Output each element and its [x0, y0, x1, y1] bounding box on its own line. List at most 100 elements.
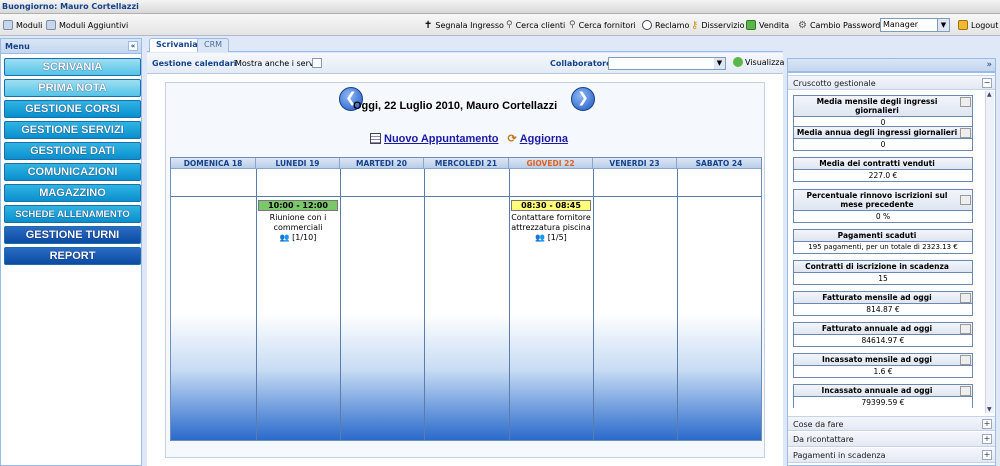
- appointment[interactable]: 10:00 - 12:00 Riunione con i commerciali…: [258, 200, 338, 243]
- role-select[interactable]: Manager ▼: [880, 18, 950, 32]
- greeting: Buongiorno: Mauro Cortellazzi: [2, 2, 139, 11]
- section-cose-da-fare[interactable]: Cose da fare +: [788, 416, 995, 431]
- dashboard-stats: Media mensile degli ingressi giornalieri…: [788, 91, 985, 408]
- chart-icon[interactable]: [960, 128, 971, 138]
- tab-crm[interactable]: CRM: [197, 38, 230, 52]
- gear-icon: ⚙: [798, 19, 807, 31]
- segnala-ingresso-button[interactable]: ✝ Segnala Ingresso: [424, 19, 504, 31]
- search-icon: ⚲: [506, 20, 513, 30]
- calendar-actions: Nuovo Appuntamento ⟳ Aggiorna: [370, 132, 568, 145]
- calendar-box: ❮ Oggi, 22 Luglio 2010, Mauro Cortellazz…: [165, 82, 765, 458]
- menu-gestione-turni[interactable]: GESTIONE TURNI: [4, 226, 141, 244]
- menu-report[interactable]: REPORT: [4, 247, 141, 265]
- chart-icon[interactable]: [960, 386, 971, 396]
- cerca-clienti-button[interactable]: ⚲ Cerca clienti: [506, 19, 565, 31]
- collapse-icon[interactable]: −: [982, 78, 992, 88]
- day-header: VENERDI 23: [593, 158, 677, 169]
- title-bar: Buongiorno: Mauro Cortellazzi: [0, 0, 1000, 14]
- scroll-down-icon[interactable]: ▼: [987, 406, 992, 413]
- day-header: LUNEDI 19: [256, 158, 340, 169]
- week-grid: DOMENICA 18 LUNEDI 19 MARTEDI 20 MERCOLE…: [170, 157, 762, 441]
- scroll-up-icon[interactable]: ▲: [987, 91, 992, 98]
- new-appointment-link[interactable]: Nuovo Appuntamento: [370, 132, 498, 145]
- collaboratore-select[interactable]: ▼: [608, 57, 726, 70]
- stat-box: Percentuale rinnovo iscrizioni sul mese …: [793, 189, 973, 223]
- menu-schede-allenamento[interactable]: SCHEDE ALLENAMENTO: [4, 205, 141, 223]
- modules-plus-icon: [46, 20, 56, 30]
- day-header-today: GIOVEDI 22: [509, 158, 593, 169]
- chart-icon[interactable]: [960, 355, 971, 365]
- menu-comunicazioni[interactable]: COMUNICAZIONI: [4, 163, 141, 181]
- chart-icon[interactable]: [960, 97, 971, 107]
- refresh-link[interactable]: ⟳ Aggiorna: [507, 132, 568, 146]
- stat-box: Fatturato mensile ad oggi 814.87 €: [793, 291, 973, 316]
- cart-icon: [746, 20, 756, 30]
- menu-gestione-servizi[interactable]: GESTIONE SERVIZI: [4, 121, 141, 139]
- visualizza-button[interactable]: Visualizza: [733, 57, 784, 67]
- main-content: Scrivania CRM Gestione calendari Mostra …: [147, 36, 784, 466]
- stat-box: Media mensile degli ingressi giornalieri…: [793, 95, 973, 129]
- toolbar: Moduli Moduli Aggiuntivi ✝ Segnala Ingres…: [0, 14, 1000, 36]
- collaboratore-label: Collaboratore:: [550, 59, 615, 68]
- calendar-area: ❮ Oggi, 22 Luglio 2010, Mauro Cortellazz…: [147, 74, 783, 466]
- refresh-icon: [733, 57, 743, 67]
- key-icon: ⚷: [691, 19, 699, 31]
- chevron-down-icon: ▼: [937, 19, 949, 31]
- grid-divider: [256, 169, 257, 440]
- collapse-right-icon[interactable]: »: [986, 60, 992, 70]
- chart-icon[interactable]: [960, 293, 971, 303]
- disservizio-button[interactable]: ⚷ Disservizio: [691, 19, 745, 31]
- show-services-checkbox[interactable]: [312, 58, 322, 68]
- cambio-password-button[interactable]: ⚙ Cambio Password: [798, 19, 880, 31]
- cerca-fornitori-button[interactable]: ⚲ Cerca fornitori: [569, 19, 636, 31]
- expand-icon[interactable]: +: [982, 450, 992, 460]
- refresh-icon: ⟳: [507, 133, 517, 145]
- stat-box: Media dei contratti venduti 227.0 €: [793, 157, 973, 182]
- moduli-aggiuntivi-button[interactable]: Moduli Aggiuntivi: [46, 19, 128, 31]
- appointment[interactable]: 08:30 - 08:45 Contattare fornitore attre…: [511, 200, 591, 243]
- today-label: Oggi, 22 Luglio 2010, Mauro Cortellazzi: [353, 100, 558, 112]
- modules-icon: [3, 20, 13, 30]
- expand-icon[interactable]: +: [982, 434, 992, 444]
- calendar-toolbar: Gestione calendari Mostra anche i serviz…: [147, 53, 784, 74]
- menu-gestione-dati[interactable]: GESTIONE DATI: [4, 142, 141, 160]
- stat-box: Fatturato annuale ad oggi 84614.97 €: [793, 322, 973, 347]
- show-services-label: Mostra anche i servizi: [235, 59, 323, 68]
- reclamo-button[interactable]: Reclamo: [642, 19, 689, 31]
- moduli-button[interactable]: Moduli: [3, 19, 42, 31]
- menu-prima-nota[interactable]: PRIMA NOTA: [4, 79, 141, 97]
- stat-box: Contratti di iscrizione in scadenza 15: [793, 260, 973, 285]
- menu-header: Menu «: [1, 39, 141, 54]
- chart-icon[interactable]: [960, 195, 971, 205]
- search-icon: ⚲: [569, 20, 576, 30]
- day-header: MARTEDI 20: [340, 158, 424, 169]
- speech-bubble-icon: [642, 20, 652, 30]
- menu-gestione-corsi[interactable]: GESTIONE CORSI: [4, 100, 141, 118]
- menu-scrivania[interactable]: SCRIVANIA: [4, 58, 141, 76]
- expand-icon[interactable]: +: [982, 419, 992, 429]
- vendita-button[interactable]: Vendita: [746, 19, 789, 31]
- section-cruscotto[interactable]: Cruscotto gestionale −: [788, 75, 995, 90]
- logout-button[interactable]: Logout: [958, 19, 998, 31]
- right-panel: Cruscotto gestionale − Media mensile degl…: [787, 72, 996, 466]
- grid-divider: [509, 169, 510, 440]
- menu-panel: Menu « SCRIVANIA PRIMA NOTA GESTIONE CORS…: [0, 38, 142, 466]
- logout-icon: [958, 20, 968, 30]
- grid-divider: [171, 196, 761, 197]
- people-icon: 👥: [279, 233, 290, 242]
- stat-box: Incassato annuale ad oggi 79399.59 €: [793, 384, 973, 408]
- dashboard-scrollbar[interactable]: ▲ ▼: [985, 91, 994, 413]
- day-header: SABATO 24: [677, 158, 761, 169]
- chevron-down-icon: ▼: [714, 58, 725, 69]
- section-da-ricontattare[interactable]: Da ricontattare +: [788, 432, 995, 447]
- collapse-left-icon[interactable]: «: [128, 41, 138, 51]
- next-week-arrow-icon[interactable]: ❯: [571, 87, 595, 111]
- section-pagamenti-in-scadenza[interactable]: Pagamenti in scadenza +: [788, 448, 995, 463]
- grid-divider: [593, 169, 594, 440]
- people-icon: 👥: [535, 233, 546, 242]
- day-header: DOMENICA 18: [171, 158, 256, 169]
- grid-divider: [340, 169, 341, 440]
- cross-icon: ✝: [424, 19, 433, 31]
- menu-magazzino[interactable]: MAGAZZINO: [4, 184, 141, 202]
- chart-icon[interactable]: [960, 324, 971, 334]
